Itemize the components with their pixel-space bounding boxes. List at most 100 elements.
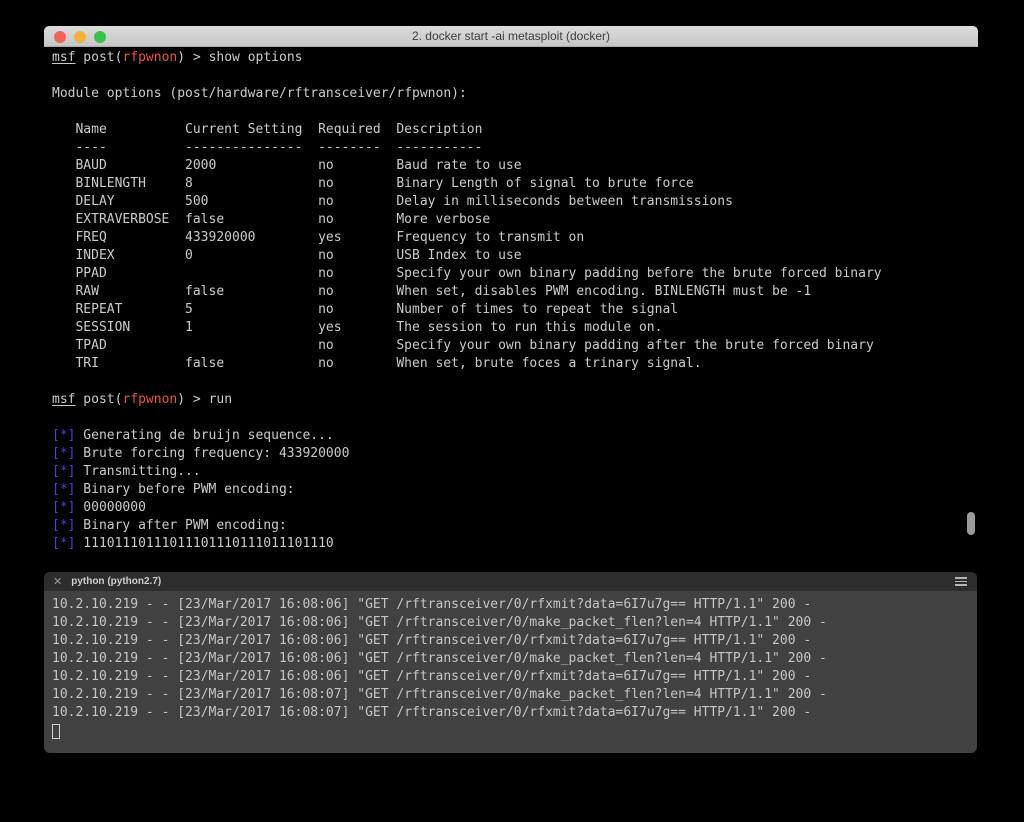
log-line: 10.2.10.219 - - [23/Mar/2017 16:08:06] "…	[52, 668, 977, 686]
log-lines: 10.2.10.219 - - [23/Mar/2017 16:08:06] "…	[52, 596, 977, 722]
prompt-text: ) >	[177, 392, 208, 407]
option-description: Baud rate to use	[396, 157, 978, 175]
option-current-setting: false	[185, 283, 318, 301]
command-run: run	[209, 392, 232, 407]
option-current-setting: false	[185, 211, 318, 229]
module-options-heading: Module options (post/hardware/rftranscei…	[52, 85, 978, 103]
prompt-text: post(	[75, 392, 122, 407]
option-current-setting: 0	[185, 247, 318, 265]
table-row: BINLENGTH 8 no Binary Length of signal t…	[52, 175, 978, 193]
table-row: FREQ 433920000 yes Frequency to transmit…	[52, 229, 978, 247]
status-text: Brute forcing frequency: 433920000	[83, 446, 349, 461]
option-required: no	[318, 355, 396, 373]
table-row: BAUD 2000 no Baud rate to use	[52, 157, 978, 175]
zoom-window-icon[interactable]	[94, 31, 106, 43]
divider-dashes: ---------------	[185, 139, 318, 157]
menu-icon[interactable]	[955, 577, 967, 586]
header-current-setting: Current Setting	[185, 121, 318, 139]
table-row: PPAD no Specify your own binary padding …	[52, 265, 978, 283]
option-name: TPAD	[75, 337, 185, 355]
status-text: Generating de bruijn sequence...	[83, 428, 333, 443]
status-line: [*]00000000	[52, 499, 978, 517]
option-description: Specify your own binary padding after th…	[396, 337, 978, 355]
traffic-lights	[54, 26, 106, 47]
options-table-header: Name Current Setting Required Descriptio…	[52, 121, 978, 139]
log-line: 10.2.10.219 - - [23/Mar/2017 16:08:06] "…	[52, 632, 977, 650]
option-name: BAUD	[75, 157, 185, 175]
table-row: REPEAT 5 no Number of times to repeat th…	[52, 301, 978, 319]
status-marker: [*]	[52, 536, 75, 551]
status-marker: [*]	[52, 464, 75, 479]
divider-dashes: -----------	[396, 139, 978, 157]
python-log-output: 10.2.10.219 - - [23/Mar/2017 16:08:06] "…	[44, 591, 977, 740]
blank-line	[52, 373, 978, 391]
option-current-setting: 433920000	[185, 229, 318, 247]
option-current-setting: 500	[185, 193, 318, 211]
blank-line	[52, 409, 978, 427]
option-name: RAW	[75, 283, 185, 301]
option-name: REPEAT	[75, 301, 185, 319]
option-description: Frequency to transmit on	[396, 229, 978, 247]
msf-prompt-label: msf	[52, 392, 75, 407]
prompt-line-show-options: msf post(rfpwnon) > show options	[52, 49, 978, 67]
header-required: Required	[318, 121, 396, 139]
option-required: no	[318, 337, 396, 355]
window-titlebar[interactable]: 2. docker start -ai metasploit (docker)	[44, 26, 978, 47]
option-description: Delay in milliseconds between transmissi…	[396, 193, 978, 211]
status-text: 11101110111011101110111011101110	[83, 536, 333, 551]
divider-dashes: --------	[318, 139, 396, 157]
scrollbar-thumb[interactable]	[967, 512, 975, 535]
option-name: BINLENGTH	[75, 175, 185, 193]
log-line: 10.2.10.219 - - [23/Mar/2017 16:08:06] "…	[52, 650, 977, 668]
status-line: [*] Transmitting...	[52, 463, 978, 481]
option-current-setting: 8	[185, 175, 318, 193]
option-current-setting: false	[185, 355, 318, 373]
table-row: RAW false no When set, disables PWM enco…	[52, 283, 978, 301]
status-marker: [*]	[52, 446, 75, 461]
status-text: 00000000	[83, 500, 146, 515]
option-required: no	[318, 211, 396, 229]
close-window-icon[interactable]	[54, 31, 66, 43]
option-name: TRI	[75, 355, 185, 373]
status-text: Transmitting...	[83, 464, 200, 479]
header-description: Description	[396, 121, 978, 139]
status-line: [*] 11101110111011101110111011101110	[52, 535, 978, 553]
minimize-window-icon[interactable]	[74, 31, 86, 43]
option-description: Number of times to repeat the signal	[396, 301, 978, 319]
option-name: EXTRAVERBOSE	[75, 211, 185, 229]
status-line: [*] Brute forcing frequency: 433920000	[52, 445, 978, 463]
option-description: The session to run this module on.	[396, 319, 978, 337]
table-row: EXTRAVERBOSE false no More verbose	[52, 211, 978, 229]
terminal-output: msf post(rfpwnon) > show options Module …	[44, 47, 978, 553]
option-required: yes	[318, 229, 396, 247]
option-current-setting	[185, 337, 318, 355]
close-panel-icon[interactable]: ✕	[53, 575, 62, 588]
status-marker: [*]	[52, 428, 75, 443]
option-description: Specify your own binary padding before t…	[396, 265, 978, 283]
options-table-divider: ---- --------------- -------- ----------…	[52, 139, 978, 157]
cursor-line	[52, 722, 977, 740]
python-panel-header[interactable]: ✕ python (python2.7)	[44, 572, 977, 591]
prompt-module-name: rfpwnon	[122, 50, 177, 65]
option-description: More verbose	[396, 211, 978, 229]
option-name: INDEX	[75, 247, 185, 265]
option-name: SESSION	[75, 319, 185, 337]
option-current-setting: 2000	[185, 157, 318, 175]
python-log-panel: ✕ python (python2.7) 10.2.10.219 - - [23…	[44, 572, 977, 753]
option-description: When set, brute foces a trinary signal.	[396, 355, 978, 373]
table-row: INDEX 0 no USB Index to use	[52, 247, 978, 265]
prompt-text: ) >	[177, 50, 208, 65]
option-description: USB Index to use	[396, 247, 978, 265]
command-show-options: show options	[209, 50, 303, 65]
log-line: 10.2.10.219 - - [23/Mar/2017 16:08:07] "…	[52, 704, 977, 722]
prompt-module-name: rfpwnon	[122, 392, 177, 407]
log-line: 10.2.10.219 - - [23/Mar/2017 16:08:06] "…	[52, 614, 977, 632]
option-required: no	[318, 175, 396, 193]
table-row: TRI false no When set, brute foces a tri…	[52, 355, 978, 373]
options-table-body: BAUD 2000 no Baud rate to use BINLENGTH …	[52, 157, 978, 373]
divider-dashes: ----	[75, 139, 185, 157]
option-required: no	[318, 265, 396, 283]
prompt-text: post(	[75, 50, 122, 65]
table-row: TPAD no Specify your own binary padding …	[52, 337, 978, 355]
status-text: Binary after PWM encoding:	[83, 518, 287, 533]
